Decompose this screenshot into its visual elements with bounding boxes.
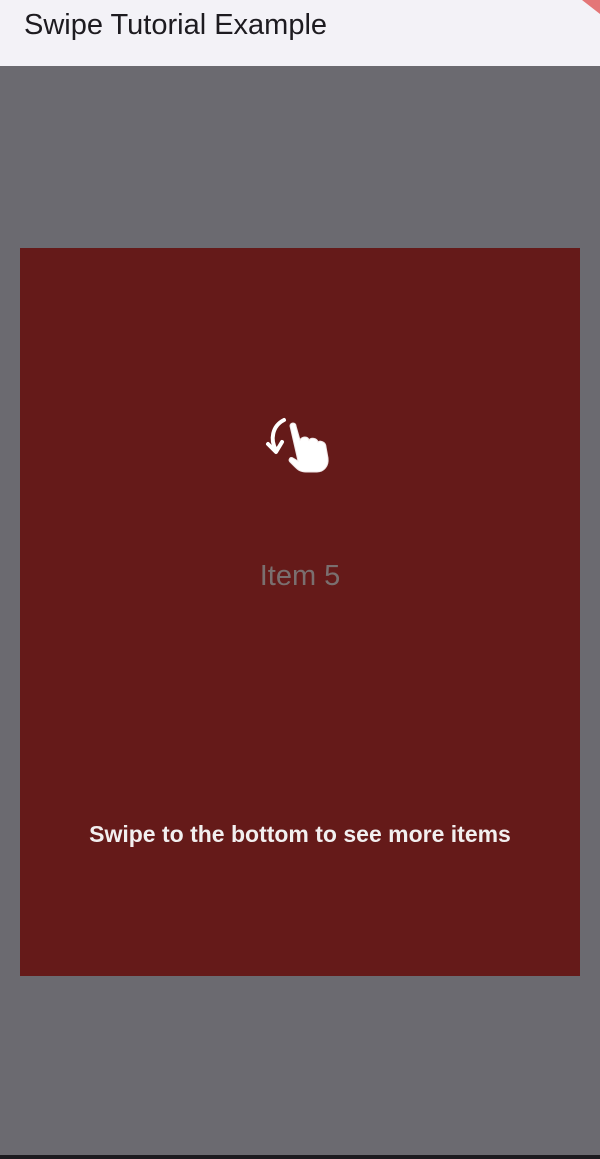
item-label: Item 5 bbox=[259, 560, 341, 592]
swipe-card[interactable] bbox=[20, 248, 580, 976]
debug-banner-corner bbox=[582, 0, 600, 14]
tutorial-message: Swipe to the bottom to see more items bbox=[89, 821, 511, 847]
system-nav-edge bbox=[0, 1155, 600, 1159]
app-bar: Swipe Tutorial Example bbox=[0, 0, 600, 66]
app-title: Swipe Tutorial Example bbox=[24, 9, 328, 41]
swipe-down-hand-icon bbox=[266, 418, 329, 473]
